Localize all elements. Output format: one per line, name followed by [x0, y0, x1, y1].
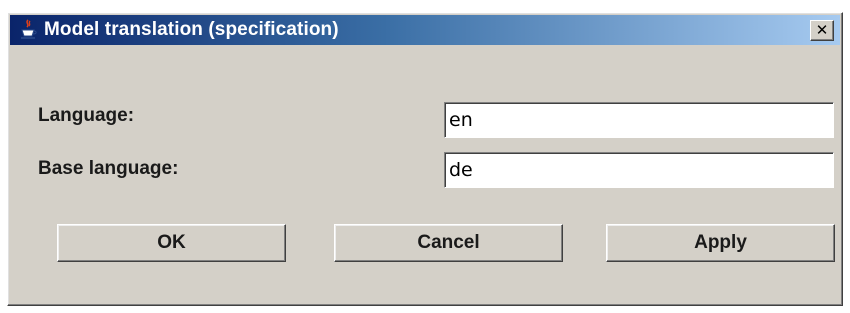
base-language-label: Base language: [38, 158, 179, 179]
close-icon: ✕ [815, 21, 829, 39]
base-language-input[interactable] [444, 152, 834, 188]
ok-button[interactable]: OK [57, 224, 286, 262]
language-input[interactable] [444, 102, 834, 138]
cancel-button[interactable]: Cancel [334, 224, 563, 262]
apply-button[interactable]: Apply [606, 224, 835, 262]
title-bar[interactable]: Model translation (specification) ✕ [10, 15, 840, 45]
window-title: Model translation (specification) [44, 19, 339, 40]
close-button[interactable]: ✕ [810, 20, 834, 41]
java-cup-icon [18, 19, 38, 41]
dialog-window: Model translation (specification) ✕ Lang… [7, 12, 843, 306]
language-label: Language: [38, 105, 135, 126]
